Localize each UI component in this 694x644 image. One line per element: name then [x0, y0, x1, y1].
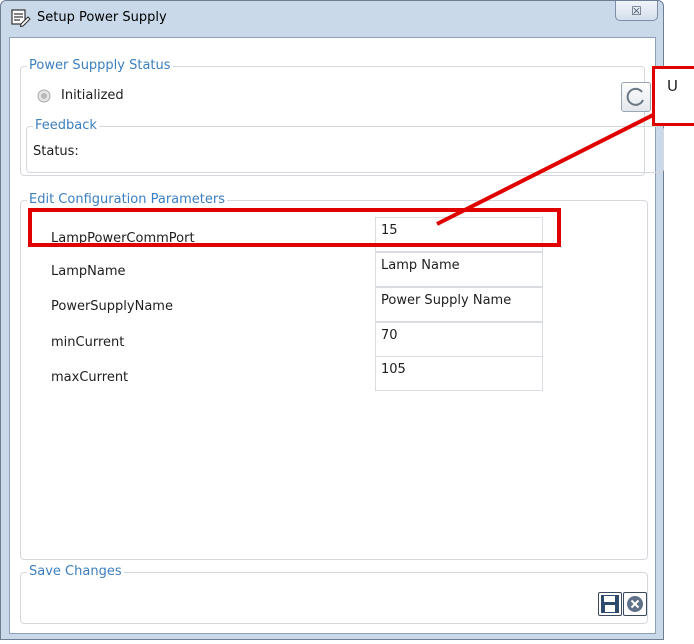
annotation-arrow: [436, 113, 654, 226]
